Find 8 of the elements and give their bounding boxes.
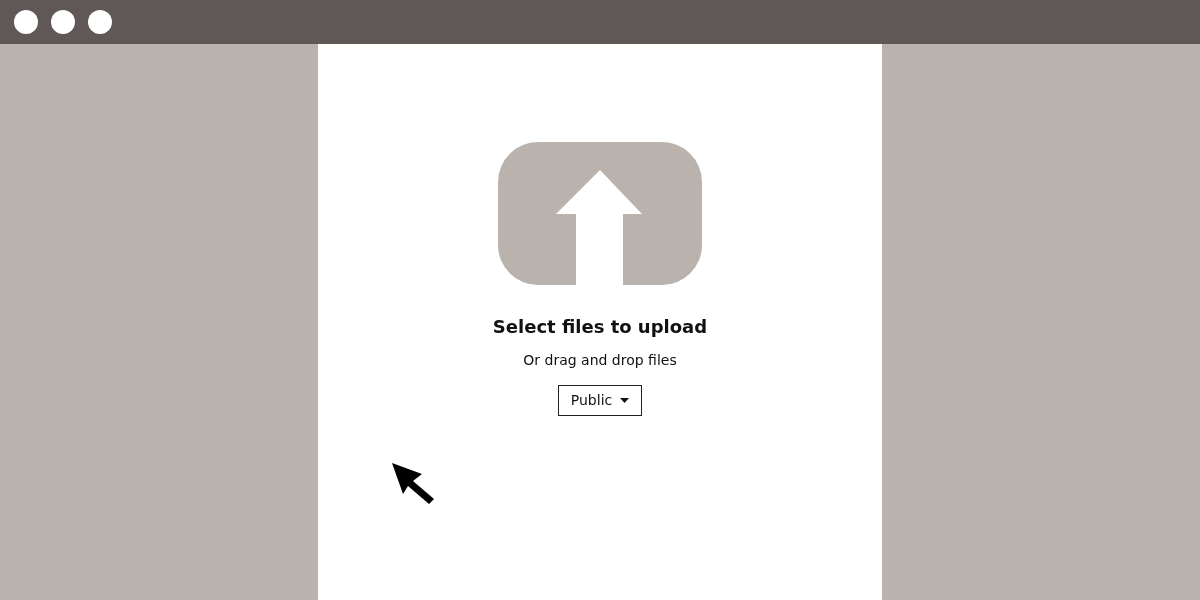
cursor-icon (392, 463, 434, 504)
upload-subtitle: Or drag and drop files (523, 351, 677, 370)
window-control-icon[interactable] (14, 10, 38, 34)
visibility-dropdown[interactable]: Public (557, 385, 643, 416)
window-control-icon[interactable] (88, 10, 112, 34)
caret-icon (620, 398, 630, 403)
upload-title: Select files to upload (492, 315, 708, 339)
window-control-icon[interactable] (51, 10, 75, 34)
